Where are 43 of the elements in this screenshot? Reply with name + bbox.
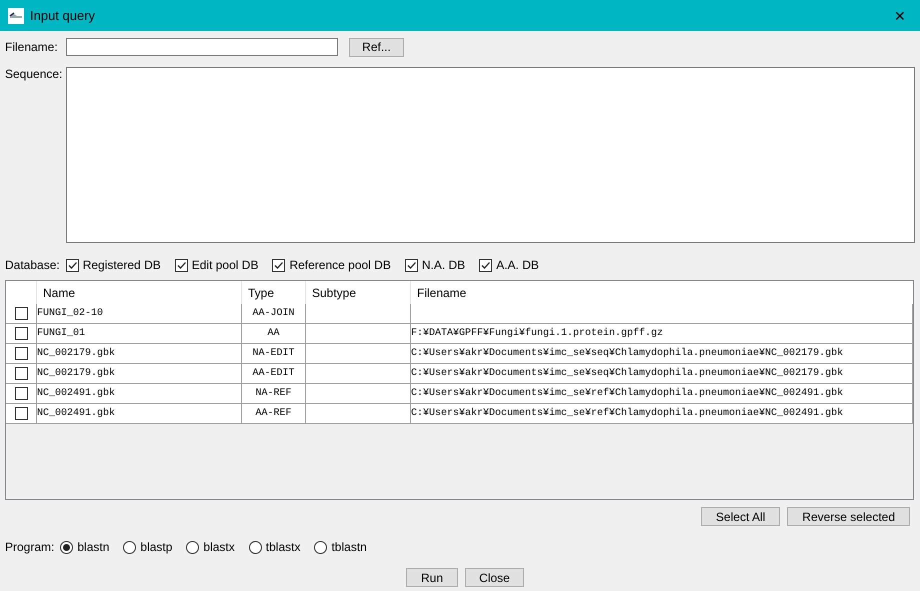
app-icon [8,8,24,24]
radio-label: blastn [77,540,110,554]
checkbox-label: A.A. DB [496,258,539,272]
filename-field[interactable] [66,38,338,56]
radio-label: blastp [140,540,172,554]
table-action-button[interactable]: Select All [700,507,780,526]
table-action-button[interactable]: Reverse selected [787,507,910,526]
checkbox[interactable] [404,258,418,272]
filename-label: Filename: [5,40,59,54]
row-checkbox[interactable] [14,407,28,420]
dialog-button[interactable]: Run [406,568,458,587]
table-cell: C:¥Users¥akr¥Documents¥imc_se¥ref¥Chlamydophila.pneumoniae¥NC_002491.gbk [410,404,913,424]
radio-button[interactable] [248,540,262,554]
checkbox-label: N.A. DB [422,258,466,272]
checkbox-label: Edit pool DB [192,258,258,272]
checkbox[interactable] [479,258,492,272]
radio-button[interactable] [186,540,200,554]
database-label: Database: [5,258,60,272]
checkbox-label: Registered DB [82,258,161,272]
radio-label: tblastn [331,540,367,554]
radio-button[interactable] [60,540,74,554]
program-label: Program: [5,540,54,554]
checkbox[interactable] [174,258,188,272]
sequence-field[interactable] [66,67,915,243]
row-checkbox[interactable] [14,307,28,320]
dialog-button[interactable]: Close [465,568,524,587]
window-title: Input query [30,8,96,23]
row-checkbox[interactable] [14,387,28,400]
radio-button[interactable] [123,540,136,554]
table-cell: NC_002491.gbk [36,404,241,424]
checkbox-label: Reference pool DB [289,258,391,272]
row-checkbox[interactable] [14,367,28,380]
checkbox[interactable] [66,258,79,272]
close-button[interactable]: ✕ [880,8,920,24]
ref-button[interactable]: Ref... [349,38,404,56]
row-checkbox[interactable] [14,347,28,360]
radio-label: tblastx [266,540,300,554]
radio-label: blastx [203,540,235,554]
table-cell: AA-REF [241,404,305,424]
checkbox[interactable] [272,258,286,272]
radio-button[interactable] [314,540,328,554]
row-checkbox[interactable] [14,327,28,340]
sequence-label: Sequence: [5,67,64,81]
